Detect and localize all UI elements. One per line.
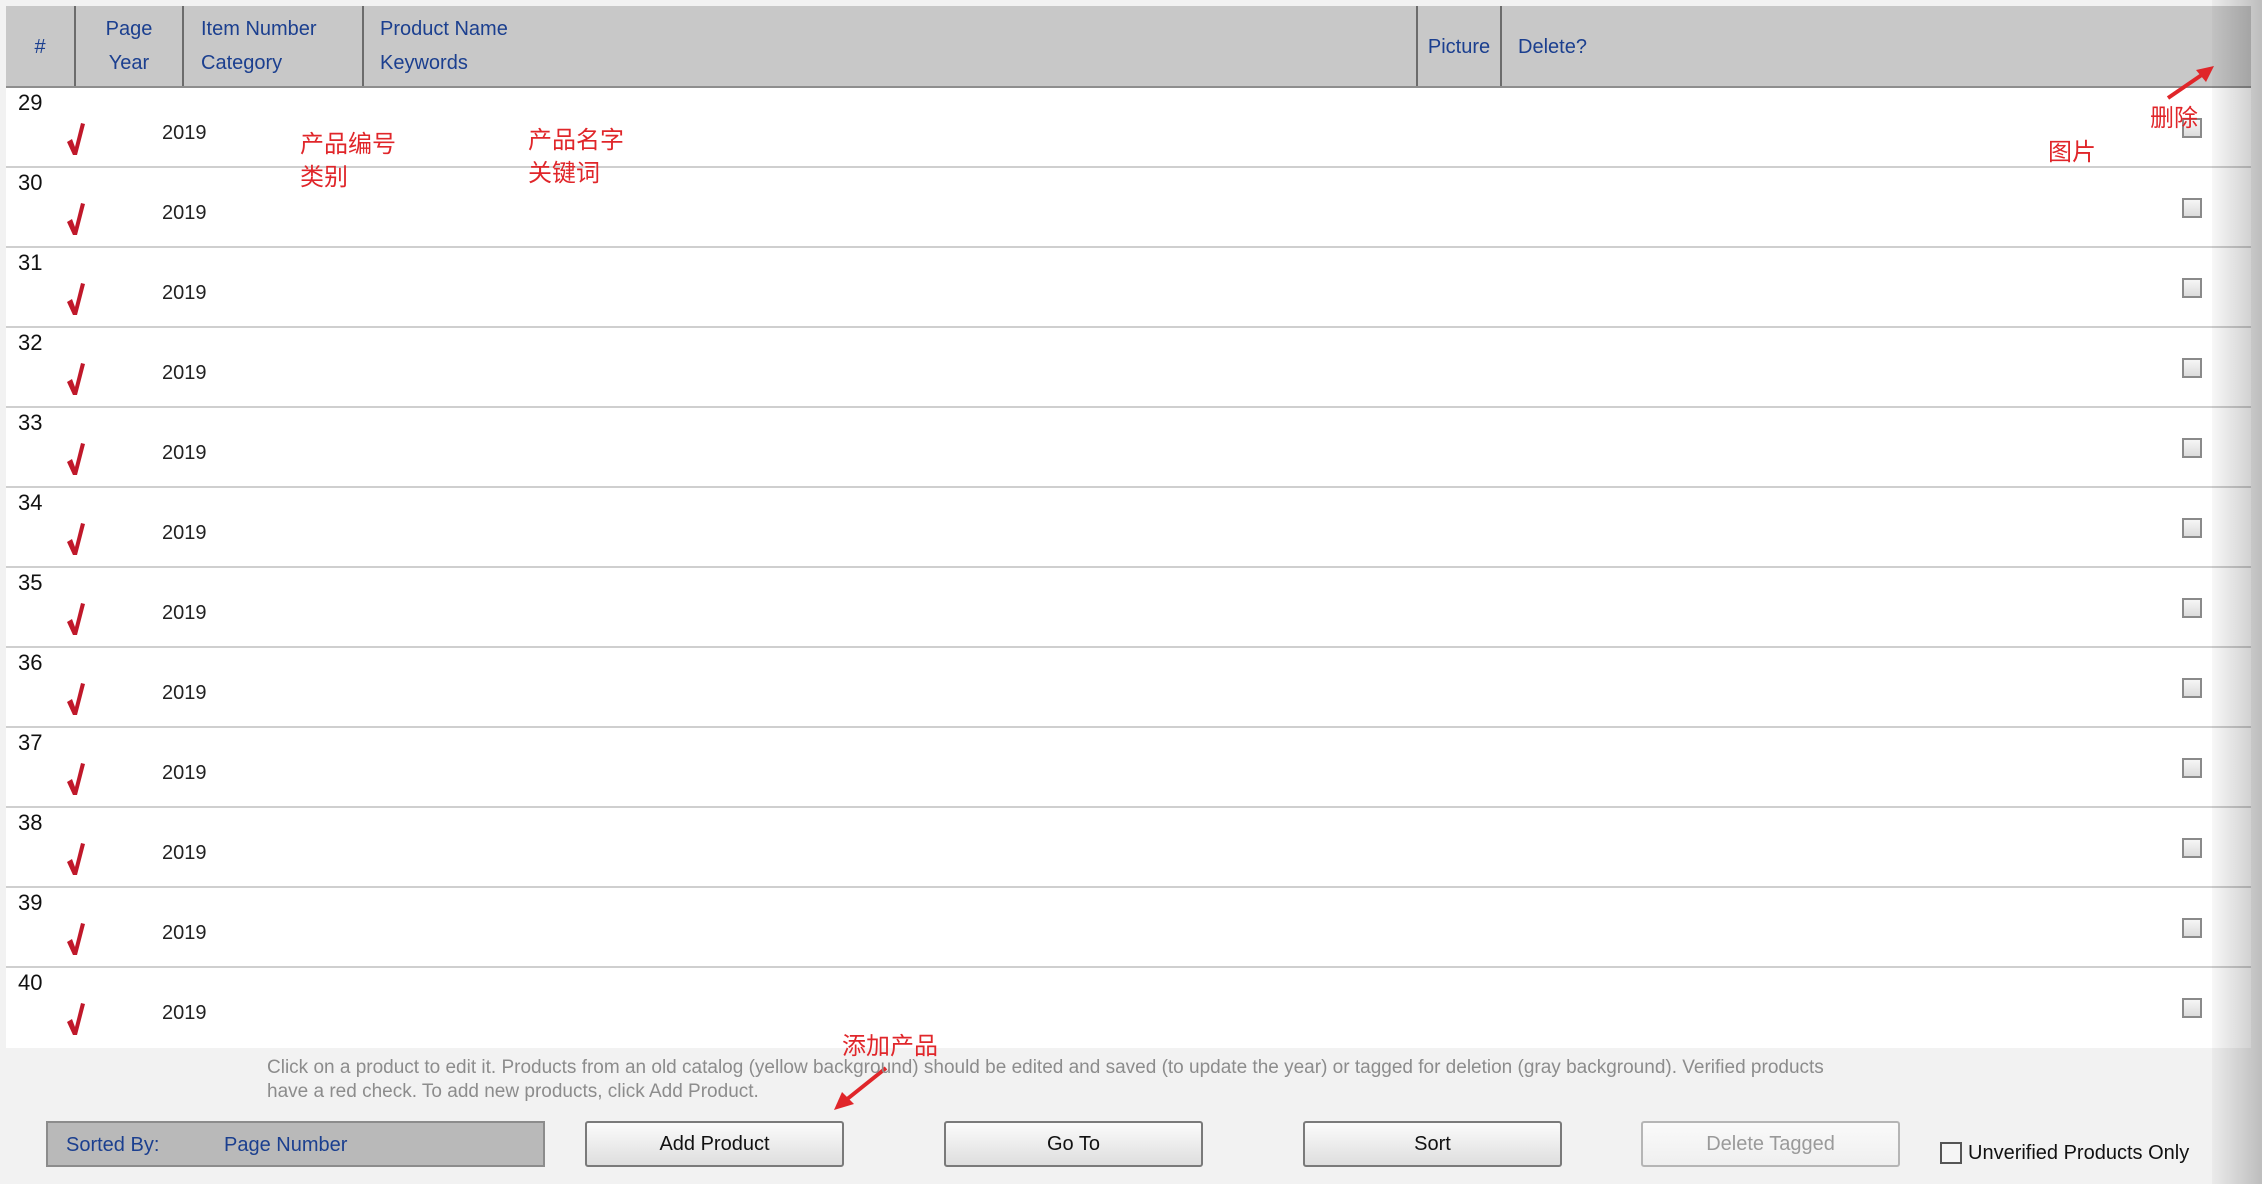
- red-check-icon: [67, 443, 85, 475]
- delete-checkbox[interactable]: [2182, 918, 2202, 938]
- column-header-number-label: #: [34, 36, 46, 58]
- row-number: 29: [18, 90, 43, 115]
- column-header-page-label: Page: [105, 18, 153, 40]
- sorted-by-display: Sorted By: Page Number: [46, 1121, 545, 1167]
- product-grid: 29 2019 30 2019 31 2019 32 2019 33 2019: [6, 88, 2251, 1048]
- row-number: 37: [18, 730, 43, 755]
- row-number: 32: [18, 330, 43, 355]
- red-check-icon: [67, 603, 85, 635]
- column-header-product-keywords[interactable]: Product Name Keywords: [364, 6, 1418, 86]
- red-check-icon: [67, 1003, 85, 1035]
- red-check-icon: [67, 923, 85, 955]
- annotation-picture-text: 图片: [2048, 138, 2096, 166]
- row-number: 33: [18, 410, 43, 435]
- table-row[interactable]: 31 2019: [6, 248, 2251, 328]
- row-number: 40: [18, 970, 43, 995]
- delete-checkbox[interactable]: [2182, 518, 2202, 538]
- red-check-icon: [67, 523, 85, 555]
- delete-tagged-button[interactable]: Delete Tagged: [1641, 1121, 1900, 1167]
- red-check-icon: [67, 203, 85, 235]
- row-year: 2019: [162, 442, 207, 464]
- annotation-item-category: 产品编号 类别: [300, 128, 396, 194]
- delete-checkbox[interactable]: [2182, 278, 2202, 298]
- table-row[interactable]: 40 2019: [6, 968, 2251, 1048]
- sorted-by-value: Page Number: [224, 1134, 348, 1156]
- annotation-item-number-text: 产品编号: [300, 130, 396, 158]
- column-header-item-category[interactable]: Item Number Category: [184, 6, 364, 86]
- sort-button[interactable]: Sort: [1303, 1121, 1562, 1167]
- delete-checkbox[interactable]: [2182, 838, 2202, 858]
- red-check-icon: [67, 843, 85, 875]
- row-number: 30: [18, 170, 43, 195]
- row-year: 2019: [162, 122, 207, 144]
- unverified-only-label: Unverified Products Only: [1968, 1142, 2190, 1164]
- annotation-category-text: 类别: [300, 163, 348, 191]
- column-header-delete-label: Delete?: [1518, 36, 1587, 58]
- table-row[interactable]: 32 2019: [6, 328, 2251, 408]
- red-check-icon: [67, 363, 85, 395]
- row-year: 2019: [162, 362, 207, 384]
- column-header-picture-label: Picture: [1427, 36, 1491, 58]
- table-row[interactable]: 36 2019: [6, 648, 2251, 728]
- row-year: 2019: [162, 282, 207, 304]
- table-row[interactable]: 33 2019: [6, 408, 2251, 488]
- red-check-icon: [67, 763, 85, 795]
- column-header-number[interactable]: #: [6, 6, 76, 86]
- annotation-picture: 图片: [2048, 136, 2096, 169]
- column-header-category-label: Category: [201, 52, 283, 74]
- row-year: 2019: [162, 602, 207, 624]
- row-number: 35: [18, 570, 43, 595]
- sorted-by-label: Sorted By:: [66, 1134, 160, 1156]
- help-text-line-2: have a red check. To add new products, c…: [267, 1081, 759, 1102]
- table-row[interactable]: 34 2019: [6, 488, 2251, 568]
- delete-checkbox[interactable]: [2182, 678, 2202, 698]
- delete-checkbox[interactable]: [2182, 358, 2202, 378]
- help-text-line-1: Click on a product to edit it. Products …: [267, 1057, 1824, 1078]
- row-number: 38: [18, 810, 43, 835]
- table-row[interactable]: 37 2019: [6, 728, 2251, 808]
- column-header-page-year[interactable]: Page Year: [76, 6, 184, 86]
- row-number: 31: [18, 250, 43, 275]
- column-header-picture[interactable]: Picture: [1418, 6, 1502, 86]
- go-to-button[interactable]: Go To: [944, 1121, 1203, 1167]
- delete-checkbox[interactable]: [2182, 998, 2202, 1018]
- table-row[interactable]: 38 2019: [6, 808, 2251, 888]
- row-year: 2019: [162, 522, 207, 544]
- annotation-name-keywords: 产品名字 关键词: [528, 124, 624, 190]
- column-header-year-label: Year: [108, 52, 150, 74]
- column-header-delete[interactable]: Delete?: [1502, 6, 2251, 86]
- window-edge-shadow: [2212, 0, 2262, 1184]
- column-header-keywords-label: Keywords: [380, 52, 468, 74]
- row-number: 34: [18, 490, 43, 515]
- row-number: 36: [18, 650, 43, 675]
- add-product-button[interactable]: Add Product: [585, 1121, 844, 1167]
- annotation-product-name-text: 产品名字: [528, 126, 624, 154]
- product-list-window: # Page Year Item Number Category Product…: [0, 0, 2262, 1184]
- row-number: 39: [18, 890, 43, 915]
- delete-checkbox[interactable]: [2182, 598, 2202, 618]
- delete-checkbox[interactable]: [2182, 758, 2202, 778]
- row-year: 2019: [162, 682, 207, 704]
- row-year: 2019: [162, 1002, 207, 1024]
- red-check-icon: [67, 683, 85, 715]
- delete-checkbox[interactable]: [2182, 438, 2202, 458]
- red-check-icon: [67, 283, 85, 315]
- row-year: 2019: [162, 762, 207, 784]
- column-header-item-number-label: Item Number: [201, 18, 317, 40]
- grid-header: # Page Year Item Number Category Product…: [6, 6, 2251, 88]
- annotation-keywords-text: 关键词: [528, 159, 600, 187]
- delete-checkbox[interactable]: [2182, 198, 2202, 218]
- row-year: 2019: [162, 922, 207, 944]
- column-header-product-name-label: Product Name: [380, 18, 508, 40]
- unverified-only-checkbox[interactable]: [1940, 1142, 1962, 1164]
- help-text: Click on a product to edit it. Products …: [267, 1056, 1927, 1104]
- row-year: 2019: [162, 842, 207, 864]
- red-check-icon: [67, 123, 85, 155]
- row-year: 2019: [162, 202, 207, 224]
- table-row[interactable]: 39 2019: [6, 888, 2251, 968]
- table-row[interactable]: 35 2019: [6, 568, 2251, 648]
